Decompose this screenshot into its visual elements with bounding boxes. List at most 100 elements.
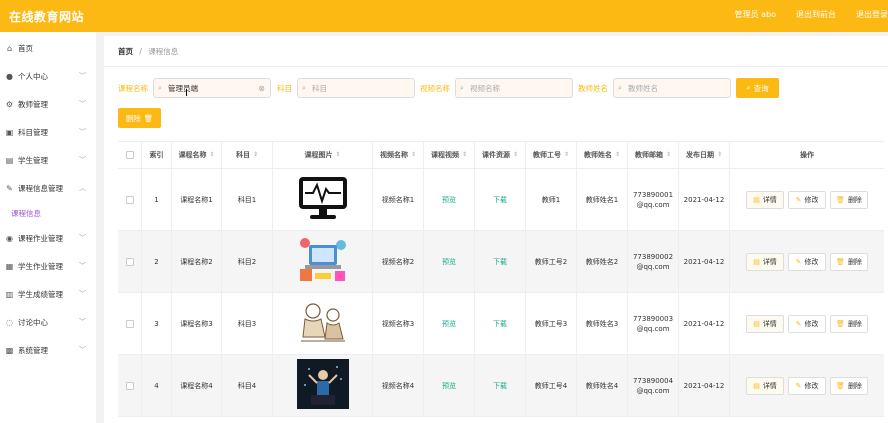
logout-link[interactable]: 退出登录 xyxy=(856,9,888,20)
teacher-name-input[interactable]: ⌕ 教师姓名 xyxy=(613,78,731,98)
download-link[interactable]: 下载 xyxy=(475,293,526,354)
subject-cell: 科目3 xyxy=(222,293,273,354)
delete-button[interactable]: 🗑 删除 xyxy=(830,190,868,209)
column-header[interactable]: 发布日期 ⇕ xyxy=(679,142,730,168)
edit-button[interactable]: ✎ 修改 xyxy=(788,252,826,271)
video-name-cell: 视频名称4 xyxy=(373,355,424,416)
actions-cell: ▤ 详情 ✎ 修改 🗑 删除 xyxy=(730,293,884,354)
course-name-input[interactable]: ⌕ 管理员端 ⊗ xyxy=(153,78,271,98)
edit-icon: ✎ xyxy=(795,319,802,328)
subject-cell: 科目4 xyxy=(222,355,273,416)
sort-icon[interactable]: ⇕ xyxy=(717,150,722,160)
download-link[interactable]: 下载 xyxy=(475,355,526,416)
column-header[interactable]: 课件资源 ⇕ xyxy=(475,142,526,168)
edit-button[interactable]: ✎ 修改 xyxy=(788,314,826,333)
preview-link[interactable]: 预览 xyxy=(424,231,475,292)
column-header[interactable]: 教师工号 ⇕ xyxy=(526,142,577,168)
preview-link[interactable]: 预览 xyxy=(424,355,475,416)
column-header[interactable]: 课程视频 ⇕ xyxy=(424,142,475,168)
breadcrumb-home[interactable]: 首页 xyxy=(118,47,133,56)
sidebar-item-student[interactable]: ▤ 学生管理 ﹀ xyxy=(0,146,96,174)
column-header[interactable]: 教师姓名 ⇕ xyxy=(577,142,628,168)
email-part: 773890003 xyxy=(632,314,674,323)
delete-label: 删除 xyxy=(847,257,862,266)
delete-button[interactable]: 🗑 删除 xyxy=(830,376,868,395)
column-header[interactable]: 科目 ⇕ xyxy=(222,142,273,168)
video-name-input[interactable]: ⌕ 视频名称 xyxy=(455,78,573,98)
sidebar-item-student-homework[interactable]: ▦ 学生作业管理 ﹀ xyxy=(0,252,96,280)
sort-icon[interactable]: ⇕ xyxy=(209,150,214,160)
sidebar-item-system[interactable]: ▩ 系统管理 ﹀ xyxy=(0,336,96,364)
row-select-cell xyxy=(118,355,142,416)
sort-icon[interactable]: ⇕ xyxy=(411,150,416,160)
column-header[interactable]: 课程名称 ⇕ xyxy=(172,142,222,168)
course-name-cell: 课程名称1 xyxy=(172,169,222,230)
sort-icon[interactable]: ⇕ xyxy=(335,150,340,160)
publish-date-cell: 2021-04-12 xyxy=(679,169,730,230)
detail-icon: ▤ xyxy=(753,381,760,390)
sort-icon[interactable]: ⇕ xyxy=(513,150,518,160)
trash-icon: 🗑 xyxy=(836,257,845,266)
edit-button[interactable]: ✎ 修改 xyxy=(788,376,826,395)
chevron-down-icon: ﹀ xyxy=(79,100,86,108)
select-all-checkbox[interactable] xyxy=(125,151,134,159)
sidebar-item-discussion[interactable]: ◌ 讨论中心 ﹀ xyxy=(0,308,96,336)
course-name-value: 管理员端 xyxy=(168,83,198,93)
edit-icon: ✎ xyxy=(795,195,802,204)
sort-icon[interactable]: ⇕ xyxy=(564,150,569,160)
sidebar-item-grade[interactable]: ▥ 学生成绩管理 ﹀ xyxy=(0,280,96,308)
sidebar-item-teacher[interactable]: ⚙ 教师管理 ﹀ xyxy=(0,90,96,118)
trash-icon: 🗑 xyxy=(836,381,845,390)
row-select-cell xyxy=(118,293,142,354)
row-checkbox[interactable] xyxy=(125,195,134,204)
student-icon: ▤ xyxy=(5,155,14,165)
sidebar-item-user[interactable]: ● 个人中心 ﹀ xyxy=(0,62,96,90)
edit-label: 修改 xyxy=(804,195,819,204)
detail-button[interactable]: ▤ 详情 xyxy=(746,252,784,271)
detail-button[interactable]: ▤ 详情 xyxy=(746,314,784,333)
teacher-email-cell: 773890001 @qq.com xyxy=(628,169,679,230)
detail-button[interactable]: ▤ 详情 xyxy=(746,376,784,395)
sidebar-item-home[interactable]: ⌂ 首页 xyxy=(0,34,96,62)
column-header[interactable]: 课程图片 ⇕ xyxy=(273,142,373,168)
row-checkbox[interactable] xyxy=(125,257,134,266)
teacher-name-cell: 教师姓名2 xyxy=(577,231,628,292)
column-header[interactable]: 视频名称 ⇕ xyxy=(373,142,424,168)
breadcrumb-current: 课程信息 xyxy=(148,47,179,56)
preview-link[interactable]: 预览 xyxy=(424,293,475,354)
query-button[interactable]: ⌕ 查询 xyxy=(736,78,779,98)
detail-icon: ▤ xyxy=(753,319,760,328)
sidebar-subitem-course-info[interactable]: 课程信息 xyxy=(0,202,96,224)
row-checkbox[interactable] xyxy=(125,319,134,328)
delete-button[interactable]: 🗑 删除 xyxy=(830,314,868,333)
column-header[interactable]: 教师邮箱 ⇕ xyxy=(628,142,679,168)
delete-button[interactable]: 🗑 删除 xyxy=(830,252,868,271)
sidebar-item-course[interactable]: ✎ 课程信息管理 ︿ xyxy=(0,174,96,202)
course-image-cell xyxy=(273,231,373,292)
download-link[interactable]: 下载 xyxy=(475,231,526,292)
course-table: 索引 课程名称 ⇕ 科目 ⇕ 课程图片 ⇕ 视频名称 ⇕ 课程视频 ⇕ 课件资源 ⇕ 教师工… xyxy=(118,141,884,417)
exit-to-frontend-link[interactable]: 退出到前台 xyxy=(796,9,836,20)
chevron-down-icon: ﹀ xyxy=(79,290,86,298)
batch-delete-label: 删除 xyxy=(125,113,141,123)
preview-link[interactable]: 预览 xyxy=(424,169,475,230)
edit-icon: ✎ xyxy=(795,257,802,266)
sidebar-item-label: 教师管理 xyxy=(18,99,48,109)
admin-user-link[interactable]: 管理员 abo xyxy=(735,9,776,20)
text-cursor-icon: I xyxy=(185,88,188,99)
sidebar-item-subject[interactable]: ▣ 科目管理 ﹀ xyxy=(0,118,96,146)
sidebar-item-homework[interactable]: ◉ 课程作业管理 ﹀ xyxy=(0,224,96,252)
edit-button[interactable]: ✎ 修改 xyxy=(788,190,826,209)
batch-delete-button[interactable]: 删除 🗑 xyxy=(118,108,161,128)
row-checkbox[interactable] xyxy=(125,381,134,390)
detail-button[interactable]: ▤ 详情 xyxy=(746,190,784,209)
sort-icon[interactable]: ⇕ xyxy=(666,150,671,160)
subject-input[interactable]: ⌕ 科目 xyxy=(297,78,415,98)
sort-icon[interactable]: ⇕ xyxy=(253,150,258,160)
sort-icon[interactable]: ⇕ xyxy=(462,150,467,160)
column-header-label: 课程视频 xyxy=(430,151,459,159)
sort-icon[interactable]: ⇕ xyxy=(615,150,620,160)
detail-label: 详情 xyxy=(762,319,777,328)
download-link[interactable]: 下载 xyxy=(475,169,526,230)
clear-icon[interactable]: ⊗ xyxy=(258,84,265,93)
